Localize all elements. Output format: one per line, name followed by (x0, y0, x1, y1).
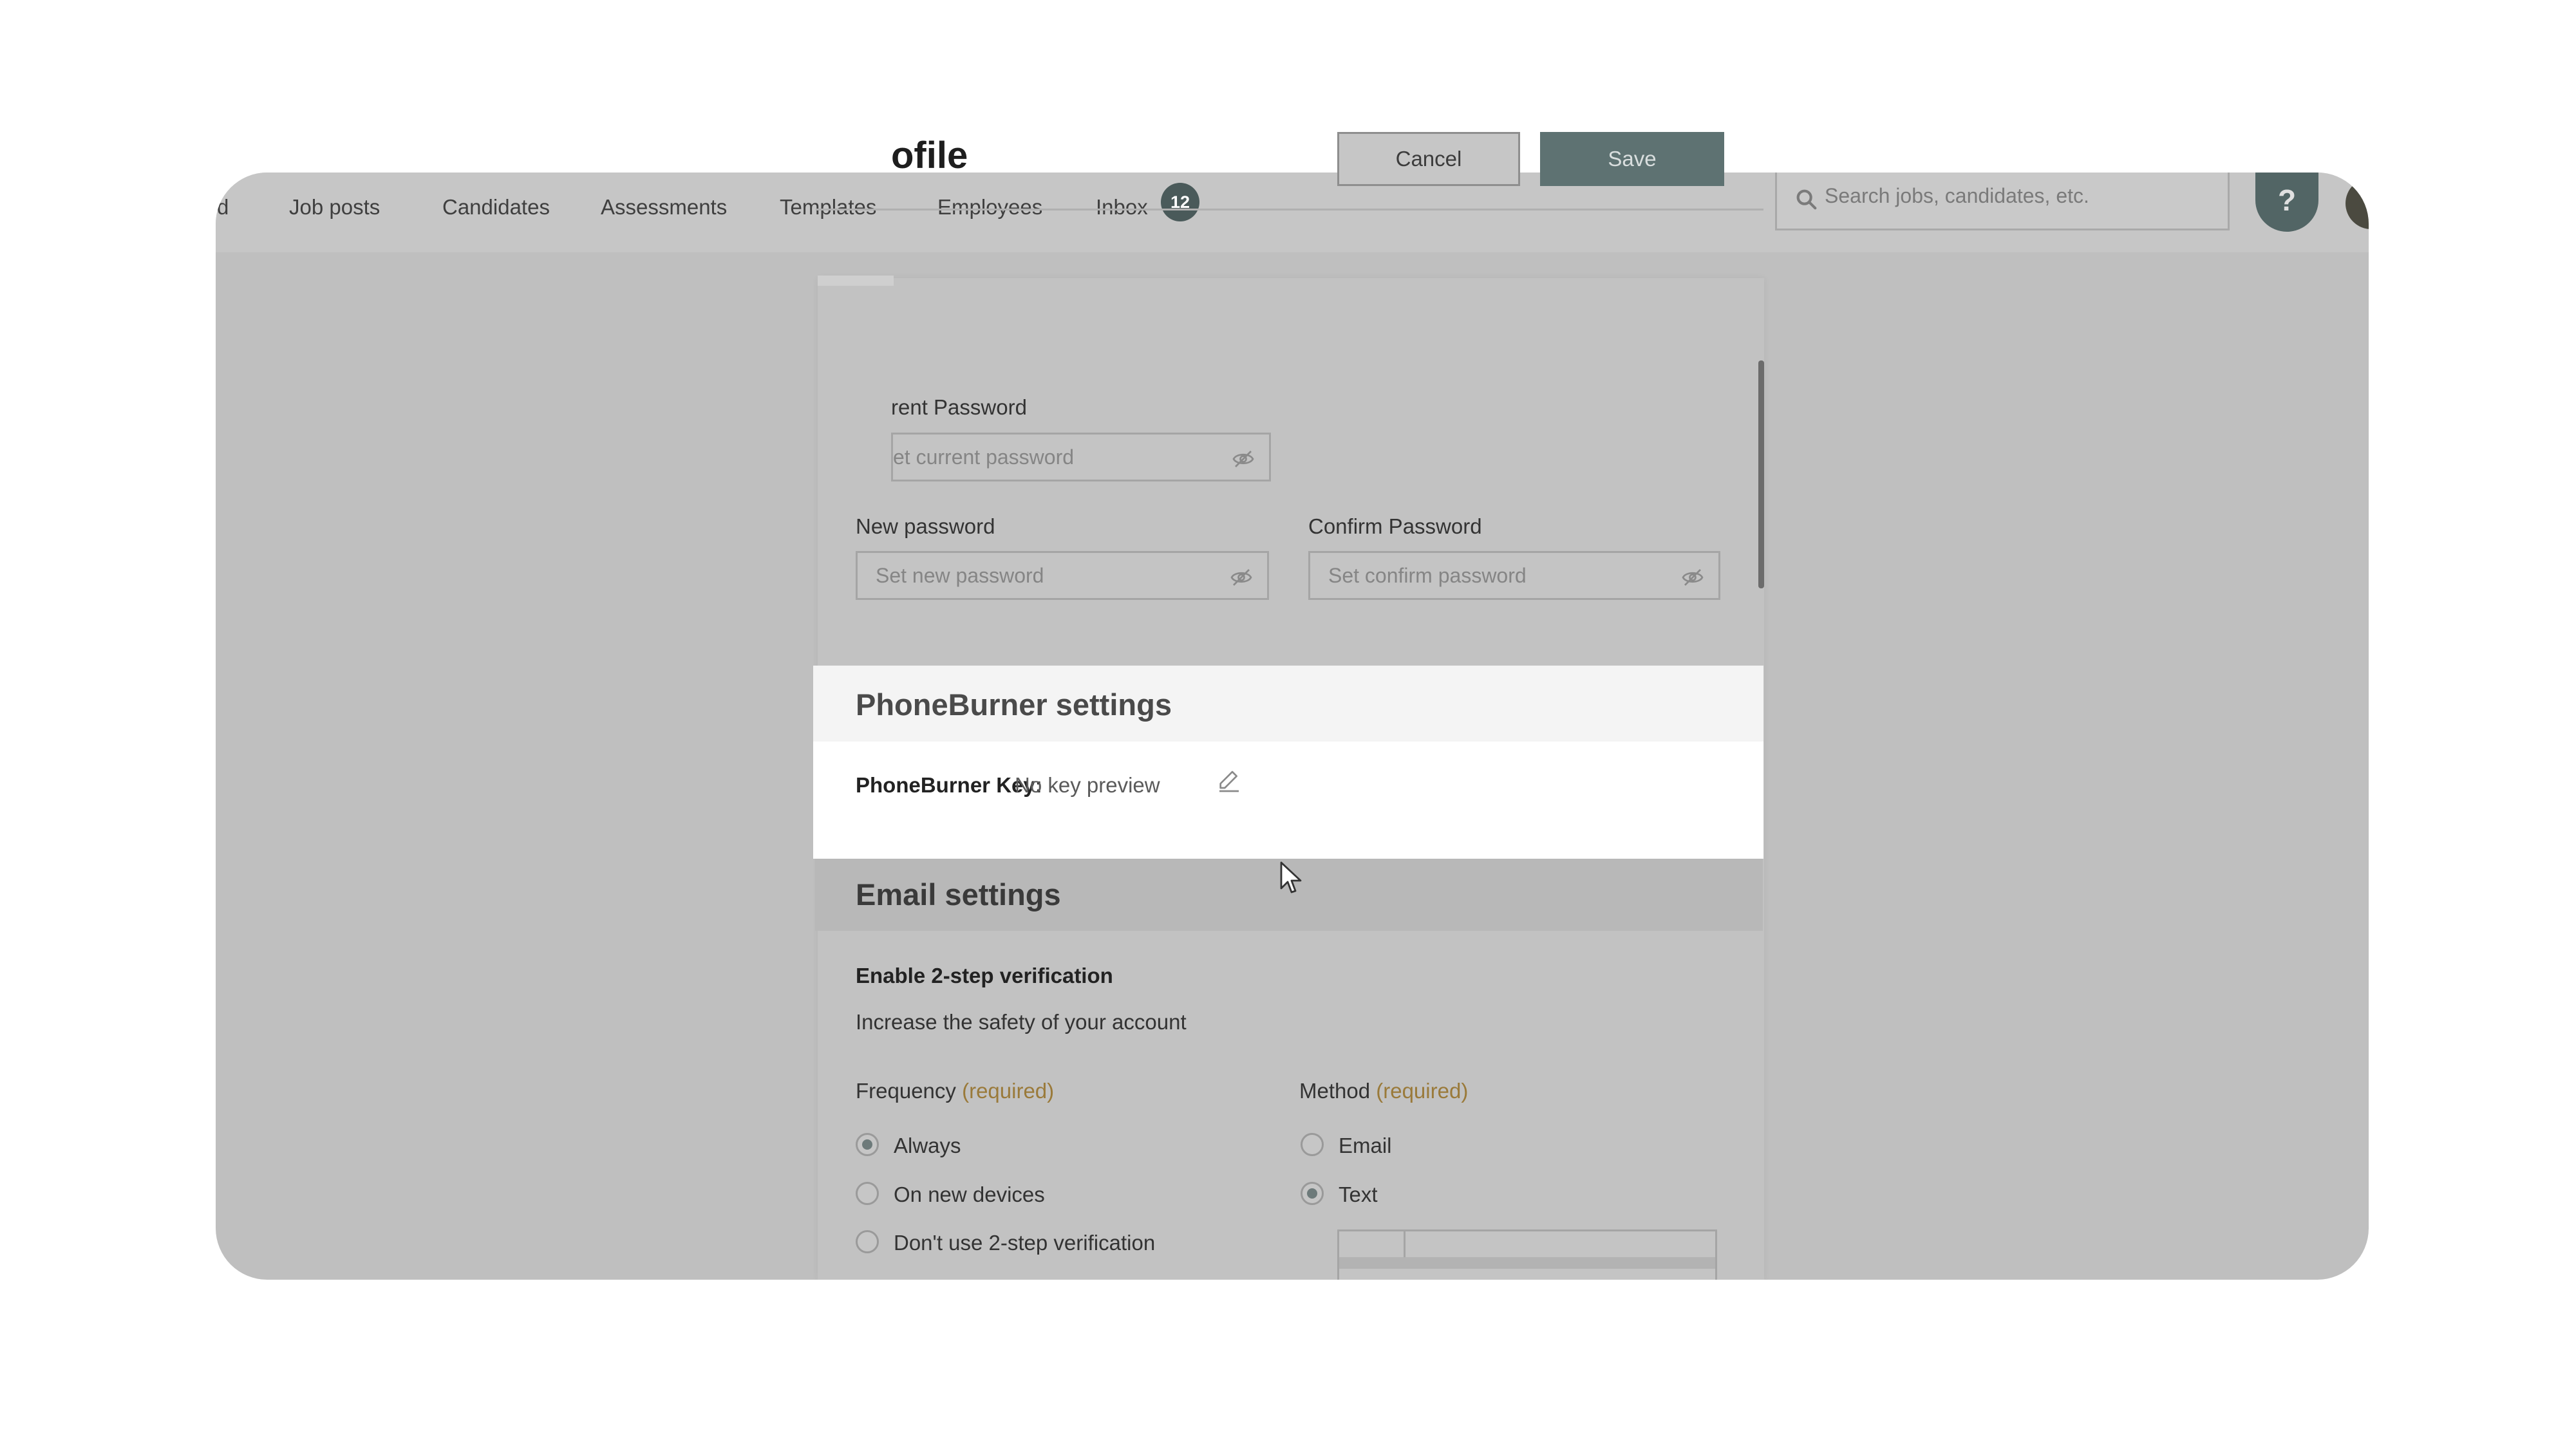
new-password-label: New password (856, 514, 995, 538)
radio-always-label[interactable]: Always (894, 1134, 961, 1158)
phoneburner-key-value: No key preview (1015, 773, 1160, 797)
mouse-cursor-icon (1280, 861, 1302, 893)
eye-off-icon[interactable] (1232, 447, 1255, 471)
radio-email-label[interactable]: Email (1339, 1134, 1392, 1158)
nav-item-assessments[interactable]: Assessments (601, 188, 727, 227)
nav-item-inbox[interactable]: Inbox (1096, 188, 1148, 227)
phoneburner-title: PhoneBurner settings (856, 687, 1172, 722)
phone-field-strip (1339, 1257, 1715, 1269)
eye-off-icon[interactable] (1230, 566, 1253, 589)
radio-on-new-devices[interactable] (856, 1182, 879, 1205)
frequency-label-text: Frequency (856, 1079, 956, 1103)
current-password-placeholder: et current password (893, 445, 1075, 469)
method-label-text: Method (1299, 1079, 1371, 1103)
two-step-label: Enable 2-step verification (856, 964, 1113, 987)
two-step-description: Increase the safety of your account (856, 1010, 1187, 1034)
radio-text[interactable] (1301, 1182, 1324, 1205)
help-button[interactable]: ? (2255, 173, 2318, 232)
phoneburner-header: PhoneBurner settings (813, 666, 1763, 742)
nav-item-employees[interactable]: Employees (937, 188, 1042, 227)
confirm-password-label: Confirm Password (1308, 514, 1482, 538)
radio-dont-use[interactable] (856, 1230, 879, 1253)
frame-bottom-mask (0, 1280, 2576, 1449)
current-password-label: rent Password (891, 395, 1027, 419)
cancel-button[interactable]: Cancel (1337, 132, 1520, 186)
search-icon (1796, 189, 1817, 210)
radio-always[interactable] (856, 1133, 879, 1156)
method-required: (required) (1376, 1079, 1469, 1103)
confirm-password-placeholder: Set confirm password (1328, 564, 1527, 587)
dialog-scrollbar[interactable] (1758, 360, 1764, 588)
frequency-label: Frequency (required) (856, 1079, 1054, 1103)
radio-text-label[interactable]: Text (1339, 1183, 1378, 1207)
radio-dont-use-label[interactable]: Don't use 2-step verification (894, 1231, 1155, 1255)
top-nav-bar: d Job posts Candidates Assessments Templ… (216, 173, 2369, 252)
radio-email[interactable] (1301, 1133, 1324, 1156)
country-code-selector[interactable] (1339, 1231, 1406, 1257)
dialog-title: ofile (891, 135, 968, 176)
avatar[interactable] (2346, 178, 2369, 229)
current-password-field[interactable]: et current password (891, 433, 1271, 481)
phone-number-field[interactable] (1337, 1229, 1717, 1280)
search-input[interactable]: Search jobs, candidates, etc. (1775, 173, 2230, 230)
dialog-tab-edge (818, 276, 894, 286)
search-placeholder: Search jobs, candidates, etc. (1825, 184, 2089, 207)
eye-off-icon[interactable] (1681, 566, 1704, 589)
method-label: Method (required) (1299, 1079, 1468, 1103)
top-nav-background: d Job posts Candidates Assessments Templ… (216, 173, 2369, 252)
nav-item-job-posts[interactable]: Job posts (289, 188, 380, 227)
frequency-required: (required) (962, 1079, 1055, 1103)
nav-item-templates[interactable]: Templates (780, 188, 876, 227)
phoneburner-settings-panel: PhoneBurner settings PhoneBurner Key: No… (813, 666, 1763, 859)
new-password-placeholder: Set new password (876, 564, 1044, 587)
header-divider (816, 209, 1763, 210)
nav-item-candidates[interactable]: Candidates (442, 188, 550, 227)
new-password-field[interactable]: Set new password (856, 551, 1269, 600)
pencil-icon[interactable] (1216, 769, 1242, 794)
nav-item-truncated[interactable]: d (217, 188, 229, 227)
radio-on-new-devices-label[interactable]: On new devices (894, 1183, 1045, 1207)
email-settings-title: Email settings (856, 877, 1061, 911)
save-button[interactable]: Save (1540, 132, 1724, 186)
inbox-count-badge: 12 (1161, 183, 1199, 221)
confirm-password-field[interactable]: Set confirm password (1308, 551, 1720, 600)
